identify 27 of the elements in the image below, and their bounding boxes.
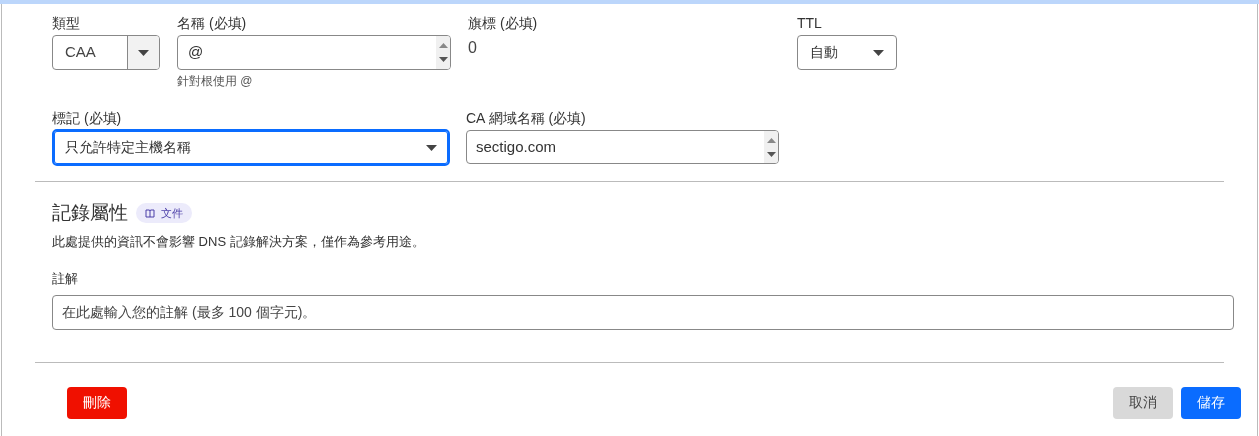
field-label: 類型 <box>52 14 81 33</box>
stepper-icon[interactable] <box>436 36 450 69</box>
ttl-select[interactable]: 自動 <box>797 35 897 70</box>
field-label: TTL <box>797 14 823 33</box>
tag-select[interactable]: 只允許特定主機名稱 <box>52 129 450 166</box>
stepper-icon[interactable] <box>764 131 778 163</box>
action-button[interactable]: 儲存 <box>1181 386 1241 419</box>
field-label: 旗標 (必填) <box>468 14 539 33</box>
caret-icon <box>426 144 437 151</box>
flag-value: 0 <box>468 38 478 58</box>
caret-icon <box>138 49 149 56</box>
section-title: 記錄屬性 <box>52 201 128 225</box>
action-button[interactable]: 取消 <box>1113 386 1173 419</box>
book-icon <box>145 208 155 218</box>
hint-text: 針對根使用 @ <box>177 73 254 90</box>
name-field[interactable]: @ <box>177 35 451 70</box>
caret-icon <box>873 49 884 56</box>
section-description: 此處提供的資訊不會影響 DNS 記錄解決方案，僅作為參考用途。 <box>52 232 426 251</box>
docs-badge[interactable]: 文件 <box>136 203 192 224</box>
field-label: 名稱 (必填) <box>177 14 248 33</box>
ca-domain-field[interactable]: sectigo.com <box>466 130 779 164</box>
field-label: 註解 <box>52 270 79 288</box>
field-label: 標記 (必填) <box>52 109 123 128</box>
comment-field[interactable]: 在此處輸入您的註解 (最多 100 個字元)。 <box>52 294 1234 330</box>
type-select[interactable]: CAA <box>52 35 160 70</box>
field-label: CA 網域名稱 (必填) <box>466 109 587 128</box>
action-button[interactable]: 刪除 <box>67 386 127 419</box>
